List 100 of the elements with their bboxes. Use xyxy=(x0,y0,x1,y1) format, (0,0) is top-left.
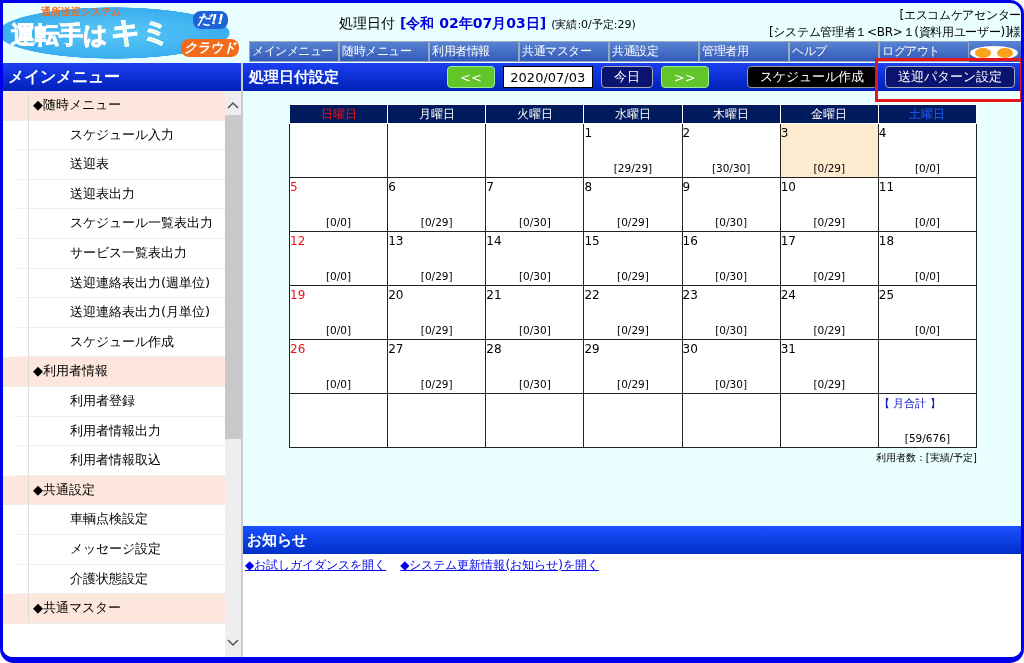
action-button[interactable]: 送迎パターン設定 xyxy=(885,66,1015,88)
day-count: [0/29] xyxy=(419,216,454,230)
notice-title: お知らせ xyxy=(243,526,1021,554)
weekday-header: 木曜日 xyxy=(682,104,781,124)
day-count: [0/29] xyxy=(616,378,650,392)
day-number: 17 xyxy=(780,233,797,248)
weekday-header: 月曜日 xyxy=(387,104,486,124)
day-number: 27 xyxy=(388,341,405,356)
calendar-day-cell[interactable]: 17 [0/29] xyxy=(780,231,879,286)
day-number: 14 xyxy=(486,233,503,248)
calendar-day-cell[interactable]: 21 [0/30] xyxy=(485,285,584,340)
menu-section-header[interactable]: ◆共通設定 xyxy=(3,475,225,506)
day-number: 19 xyxy=(290,287,307,302)
today-button[interactable]: 今日 xyxy=(600,66,653,88)
calendar-day-cell[interactable]: 5 [0/0] xyxy=(289,177,388,232)
day-count: [0/0] xyxy=(913,270,941,284)
day-number: 10 xyxy=(780,179,797,194)
calendar-day-cell[interactable]: 26 [0/0] xyxy=(289,339,388,394)
day-number: 5 xyxy=(290,179,299,194)
day-count: [0/30] xyxy=(714,378,748,392)
nav-menu-item[interactable]: ヘルプ xyxy=(789,41,879,62)
calendar-day-cell[interactable]: 11 [0/0] xyxy=(878,177,977,232)
calendar-day-cell[interactable]: 10 [0/29] xyxy=(780,177,879,232)
notice-link[interactable]: ◆システム更新情報(お知らせ)を開く xyxy=(400,557,599,574)
day-number: 21 xyxy=(486,287,503,302)
calendar-day-cell[interactable]: 14 [0/30] xyxy=(485,231,584,286)
scrollbar[interactable] xyxy=(225,91,241,657)
day-number: 6 xyxy=(388,179,397,194)
action-button[interactable]: スケジュール作成 xyxy=(747,66,877,88)
date-value: [令和 02年07月03日] xyxy=(400,15,547,33)
calendar-day-cell[interactable]: 22 [0/29] xyxy=(583,285,683,340)
nav-menu-item[interactable]: メインメニュー xyxy=(249,41,339,62)
calendar-day-cell[interactable]: 6 [0/29] xyxy=(387,177,486,232)
nav-menu-item[interactable]: ログアウト xyxy=(879,41,969,62)
menu-section-header[interactable]: ◆随時メニュー xyxy=(3,91,225,121)
nav-menu-item[interactable]: 管理者用 xyxy=(699,41,789,62)
calendar-day-cell[interactable]: 30 [0/30] xyxy=(682,339,781,394)
calendar-day-cell[interactable]: 3 [0/29] xyxy=(780,123,879,178)
calendar-day-cell[interactable]: 31 [0/29] xyxy=(780,339,879,394)
calendar-day-cell[interactable]: 8 [0/29] xyxy=(583,177,683,232)
nav-menu-item[interactable]: 利用者情報 xyxy=(429,41,519,62)
logo-badge: クラウド xyxy=(181,39,239,57)
weekday-header: 日曜日 xyxy=(289,104,388,124)
calendar-day-cell[interactable]: 28 [0/30] xyxy=(485,339,584,394)
calendar-day-cell[interactable]: 4 [0/0] xyxy=(878,123,977,178)
calendar-day-cell[interactable]: 15 [0/29] xyxy=(583,231,683,286)
menu-section-header[interactable]: ◆共通マスター xyxy=(3,594,225,624)
office-name: [エスコムケアセンター xyxy=(899,7,1021,24)
calendar-day-cell[interactable]: 24 [0/29] xyxy=(780,285,879,340)
calendar-day-cell[interactable]: 16 [0/30] xyxy=(682,231,781,286)
nav-menu-item[interactable]: 共通マスター xyxy=(519,41,609,62)
day-number: 22 xyxy=(584,287,601,302)
day-count: [0/0] xyxy=(325,216,353,230)
day-number: 12 xyxy=(290,233,307,248)
logo-text: 運転手は xyxy=(11,20,108,51)
calendar-day-cell[interactable]: 25 [0/0] xyxy=(878,285,977,340)
page-title: 処理日付設定 xyxy=(249,67,340,87)
weekday-header: 水曜日 xyxy=(583,104,683,124)
day-count: [0/29] xyxy=(812,216,847,230)
calendar-day-cell[interactable]: 20 [0/29] xyxy=(387,285,486,340)
day-count: [0/29] xyxy=(812,378,847,392)
calendar-day-cell[interactable]: 29 [0/29] xyxy=(583,339,683,394)
day-number: 31 xyxy=(780,341,797,356)
day-count: [0/30] xyxy=(517,270,552,284)
nav-menu-item[interactable]: 共通設定 xyxy=(609,41,699,62)
date-label: 処理日付 xyxy=(339,15,395,33)
nav-menu-item[interactable]: 随時メニュー xyxy=(339,41,429,62)
calendar-day-cell[interactable]: 19 [0/0] xyxy=(289,285,388,340)
day-number: 16 xyxy=(682,233,699,248)
calendar-day-cell[interactable]: 23 [0/30] xyxy=(682,285,781,340)
calendar-day-cell[interactable]: 1 [29/29] xyxy=(583,123,683,178)
day-number: 20 xyxy=(388,287,405,302)
menu-section-header[interactable]: ◆利用者情報 xyxy=(3,357,225,387)
day-number: 8 xyxy=(584,179,594,194)
calendar-day-cell[interactable]: 18 [0/0] xyxy=(878,231,977,286)
day-count: [0/30] xyxy=(517,378,552,392)
day-count: [0/29] xyxy=(616,270,650,284)
calendar-day-cell[interactable]: 12 [0/0] xyxy=(289,231,388,286)
logo-exclaim: だ!! xyxy=(193,11,228,29)
calendar-day-cell[interactable]: 13 [0/29] xyxy=(387,231,486,286)
day-count: [0/30] xyxy=(714,270,748,284)
day-count: [0/0] xyxy=(913,324,941,338)
day-count: [29/29] xyxy=(612,162,654,176)
mascot-icon xyxy=(969,43,1019,60)
calendar-day-cell[interactable]: 9 [0/30] xyxy=(682,177,781,232)
calendar-day-cell[interactable]: 27 [0/29] xyxy=(387,339,486,394)
notice-link[interactable]: ◆お試しガイダンスを開く xyxy=(245,557,387,574)
day-count: [0/0] xyxy=(325,270,353,284)
day-count: [0/29] xyxy=(616,216,650,230)
day-number: 29 xyxy=(584,341,601,356)
date-field[interactable]: 2020/07/03 xyxy=(502,66,593,88)
day-number: 15 xyxy=(584,233,601,248)
day-count: [30/30] xyxy=(710,162,752,176)
day-count: [0/29] xyxy=(419,378,454,392)
day-count: [0/29] xyxy=(419,324,454,338)
calendar-day-cell[interactable]: 7 [0/30] xyxy=(485,177,584,232)
month-total-count: [59/676] xyxy=(903,432,951,446)
calendar-day-cell[interactable]: 2 [30/30] xyxy=(682,123,781,178)
day-number: 1 xyxy=(584,125,594,140)
day-number: 4 xyxy=(878,125,888,140)
